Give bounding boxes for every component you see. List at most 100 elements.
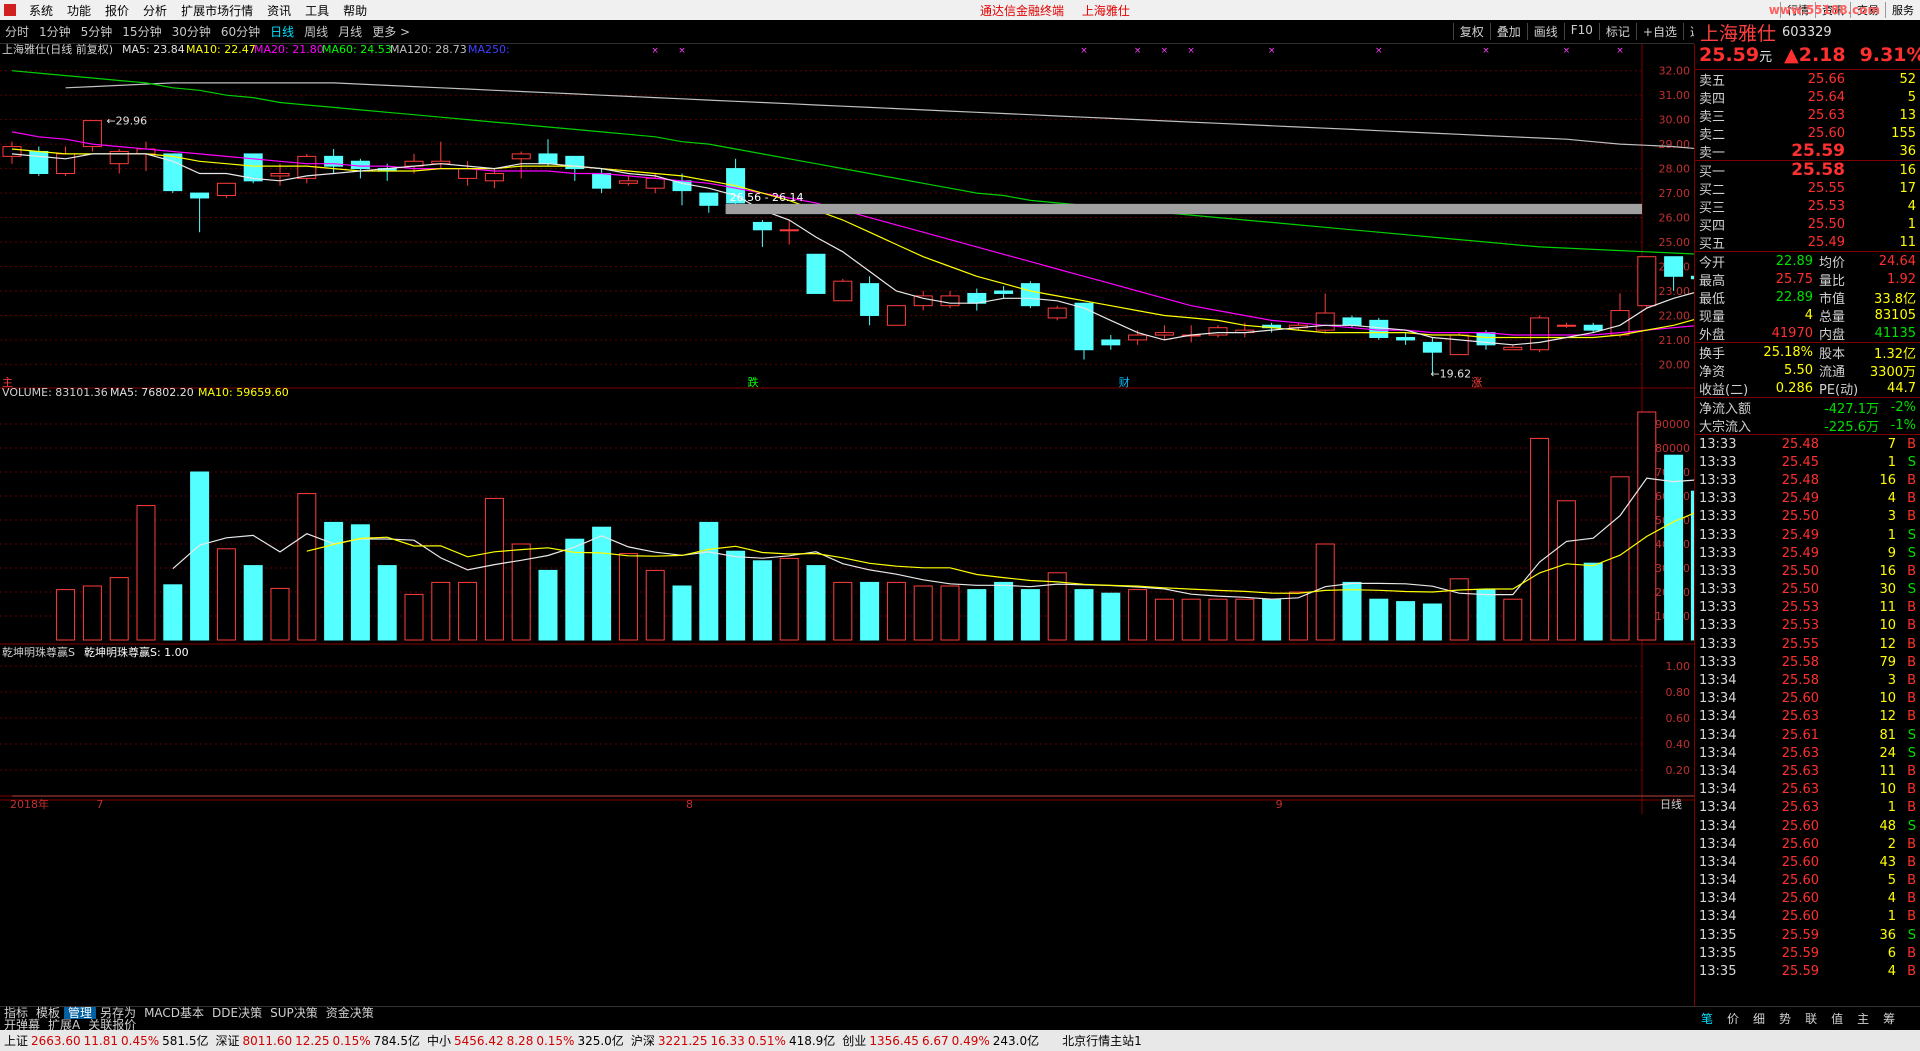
candle-body [1074, 302, 1094, 351]
index-change: 8.28 [506, 1034, 534, 1048]
tab-trend[interactable]: 势 [1772, 1010, 1798, 1027]
period-5min[interactable]: 5分钟 [76, 23, 118, 40]
overlay-button[interactable]: 叠加 [1489, 23, 1527, 40]
stat-row-value: 44.7 [1887, 380, 1916, 396]
top-event-marker[interactable]: × [1616, 46, 1624, 56]
menu-info[interactable]: 资讯 [260, 2, 298, 19]
stat-row-label: 内盘 [1819, 327, 1846, 343]
event-marker-zhang[interactable]: 涨 [1471, 376, 1482, 389]
candle-body [1208, 327, 1228, 336]
ma20-line [11, 131, 1694, 336]
period-timeshare[interactable]: 分时 [0, 23, 34, 40]
flow-amount: -427.1万 [1824, 401, 1879, 417]
menu-service[interactable]: 服务 [1885, 2, 1920, 18]
tab-dde[interactable]: DDE决策 [208, 1007, 266, 1019]
volume-bar [243, 565, 263, 641]
period-daily[interactable]: 日线 [265, 23, 299, 40]
adjust-button[interactable]: 复权 [1452, 23, 1490, 40]
menu-analysis[interactable]: 分析 [136, 2, 174, 19]
volume-bar [940, 585, 960, 641]
tick-price: 25.49 [1781, 527, 1819, 543]
price-change: ▲2.18 [1784, 44, 1846, 66]
tick-time: 13:33 [1699, 636, 1737, 652]
menu-function[interactable]: 功能 [60, 2, 98, 19]
stat-row-label: 最低 [1699, 291, 1726, 307]
tick-row: 13:34 25.61 81 S [1695, 726, 1920, 744]
price-tick-label: 20.00 [1659, 358, 1691, 371]
volume-bar [967, 589, 987, 641]
tick-volume: 4 [1887, 964, 1896, 980]
event-marker-die[interactable]: 跌 [748, 375, 759, 389]
period-30min[interactable]: 30分钟 [167, 23, 216, 40]
top-event-marker[interactable]: × [1482, 46, 1490, 56]
menu-system[interactable]: 系统 [22, 2, 60, 19]
price-change-pct: 9.31% [1859, 44, 1920, 66]
top-event-marker[interactable]: × [1161, 46, 1169, 56]
top-event-marker[interactable]: × [1187, 46, 1195, 56]
index-quote[interactable]: 创业 1356.45 6.67 0.49% 243.0亿 [842, 1032, 1042, 1049]
tick-price: 25.49 [1781, 545, 1819, 561]
legend-ma60: MA60: 24.53 [322, 44, 392, 56]
legend-vol-ma5: MA5: 76802.20 [110, 386, 194, 399]
tick-list[interactable]: 13:33 25.48 7 B 13:33 25.45 1 S 13:33 25.48 16 B 13:… [1695, 435, 1920, 981]
ask-row: 卖三 25.63 13 [1695, 106, 1920, 125]
indicator-tick-label: 0.40 [1666, 738, 1691, 751]
tab-sup[interactable]: SUP决策 [266, 1007, 322, 1019]
draw-line-button[interactable]: 画线 [1526, 23, 1564, 40]
stat-row: 今开 22.89 均价 24.64 [1695, 252, 1920, 271]
tick-time: 13:34 [1699, 691, 1737, 707]
tab-related[interactable]: 联 [1798, 1010, 1824, 1027]
chart-area[interactable]: 32.00 31.00 30.00 29.00 28.00 27.00 26.00 25.00… [0, 44, 1694, 1006]
menu-help[interactable]: 帮助 [336, 2, 374, 19]
tab-price[interactable]: 价 [1720, 1010, 1746, 1027]
tab-macd[interactable]: MACD基本 [140, 1007, 208, 1019]
index-quote[interactable]: 沪深 3221.25 16.33 0.51% 418.9亿 [631, 1032, 838, 1049]
menu-quote[interactable]: 报价 [98, 2, 136, 19]
tab-chips[interactable]: 筹 [1876, 1010, 1902, 1027]
top-event-marker[interactable]: × [1563, 46, 1571, 56]
top-event-marker[interactable]: × [651, 46, 659, 56]
top-event-marker[interactable]: × [1080, 46, 1088, 56]
period-1min[interactable]: 1分钟 [34, 23, 76, 40]
top-event-marker[interactable]: × [678, 46, 686, 56]
event-marker-zhu[interactable]: 主 [2, 376, 13, 389]
stat-row-label: 总量 [1819, 309, 1846, 325]
kline-chart[interactable]: 32.00 31.00 30.00 29.00 28.00 27.00 26.00 25.00… [0, 44, 1694, 1006]
price-band [725, 203, 1642, 215]
tab-main[interactable]: 主 [1850, 1010, 1876, 1027]
index-quote[interactable]: 上证 2663.60 11.81 0.45% 581.5亿 [4, 1032, 211, 1049]
stat-row-value: 24.64 [1878, 253, 1916, 269]
candle-body [618, 180, 638, 184]
tab-trades[interactable]: 笔 [1694, 1010, 1720, 1027]
menu-tools[interactable]: 工具 [298, 2, 336, 19]
stats-block-2: 换手 25.18% 股本 1.32亿 净资 5.50 流通 3300万 收益(二) 0.286 PE… [1695, 343, 1920, 398]
f10-button[interactable]: F10 [1563, 23, 1599, 40]
top-event-marker[interactable]: × [1134, 46, 1142, 56]
legend-indicator-value: 乾坤明珠尊赢S: 1.00 [84, 645, 189, 659]
mark-button[interactable]: 标记 [1598, 23, 1636, 40]
tab-value[interactable]: 值 [1824, 1010, 1850, 1027]
tab-detail[interactable]: 细 [1746, 1010, 1772, 1027]
add-watchlist-button[interactable]: +自选 [1635, 23, 1683, 40]
tick-side: B [1907, 891, 1916, 907]
top-event-marker[interactable]: × [1375, 46, 1383, 56]
volume-bar [377, 565, 397, 641]
candle-body [216, 182, 236, 197]
high-annotation: ←29.96 [106, 115, 147, 128]
menu-ext-market[interactable]: 扩展市场行情 [174, 2, 260, 19]
period-more[interactable]: 更多 > [367, 23, 415, 40]
period-weekly[interactable]: 周线 [299, 23, 333, 40]
tick-side: B [1907, 691, 1916, 707]
period-15min[interactable]: 15分钟 [117, 23, 166, 40]
period-60min[interactable]: 60分钟 [216, 23, 265, 40]
ask-row-price: 25.63 [1807, 107, 1845, 123]
tab-fund[interactable]: 资金决策 [322, 1007, 378, 1019]
stat-row-value: 33.8亿 [1874, 291, 1916, 307]
index-quote[interactable]: 中小 5456.42 8.28 0.15% 325.0亿 [427, 1032, 627, 1049]
event-marker-cai[interactable]: 财 [1119, 375, 1130, 389]
index-quote[interactable]: 深证 8011.60 12.25 0.15% 784.5亿 [215, 1032, 422, 1049]
top-event-marker[interactable]: × [1268, 46, 1276, 56]
tick-side: B [1907, 563, 1916, 579]
period-monthly[interactable]: 月线 [333, 23, 367, 40]
legend-volume: VOLUME: 83101.36 [2, 386, 108, 399]
